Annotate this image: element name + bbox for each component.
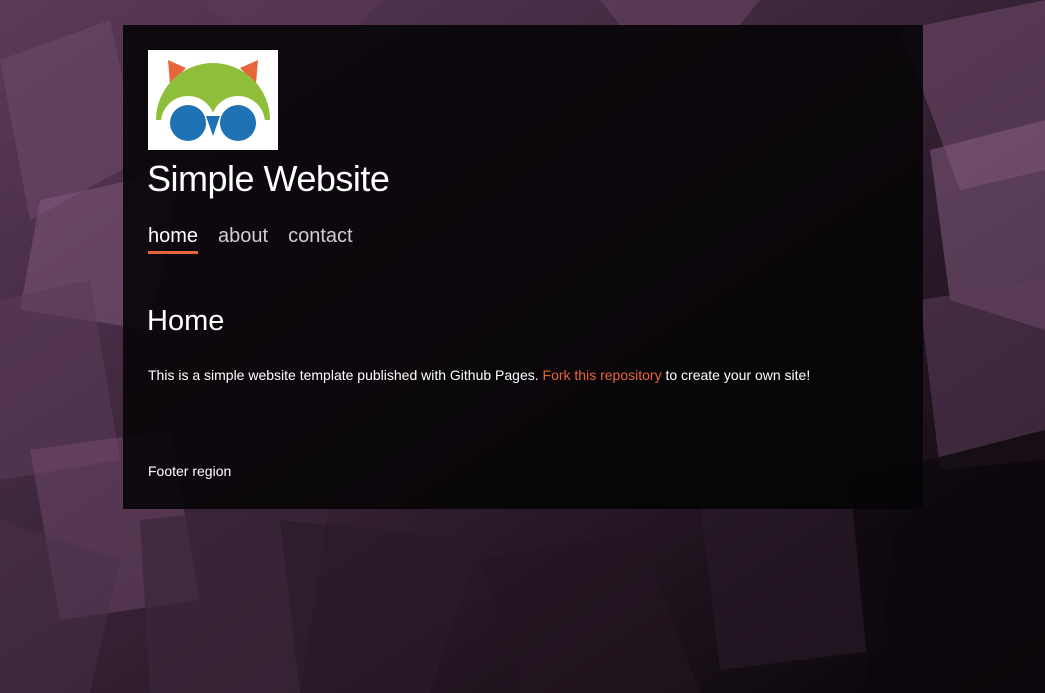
site-title: Simple Website <box>147 158 390 199</box>
intro-text-before: This is a simple website template publis… <box>148 367 543 383</box>
fork-repository-link[interactable]: Fork this repository <box>543 367 662 383</box>
intro-paragraph: This is a simple website template publis… <box>148 367 810 383</box>
nav-item-home[interactable]: home <box>148 225 199 254</box>
main-nav: home about contact <box>148 225 353 254</box>
content-panel: Simple Website home about contact Home T… <box>123 25 923 509</box>
nav-item-about[interactable]: about <box>218 225 268 254</box>
owl-logo[interactable] <box>148 50 278 150</box>
intro-text-after: to create your own site! <box>661 367 811 383</box>
page-heading: Home <box>147 305 225 337</box>
nav-item-contact[interactable]: contact <box>288 225 352 254</box>
footer-region: Footer region <box>148 463 232 479</box>
